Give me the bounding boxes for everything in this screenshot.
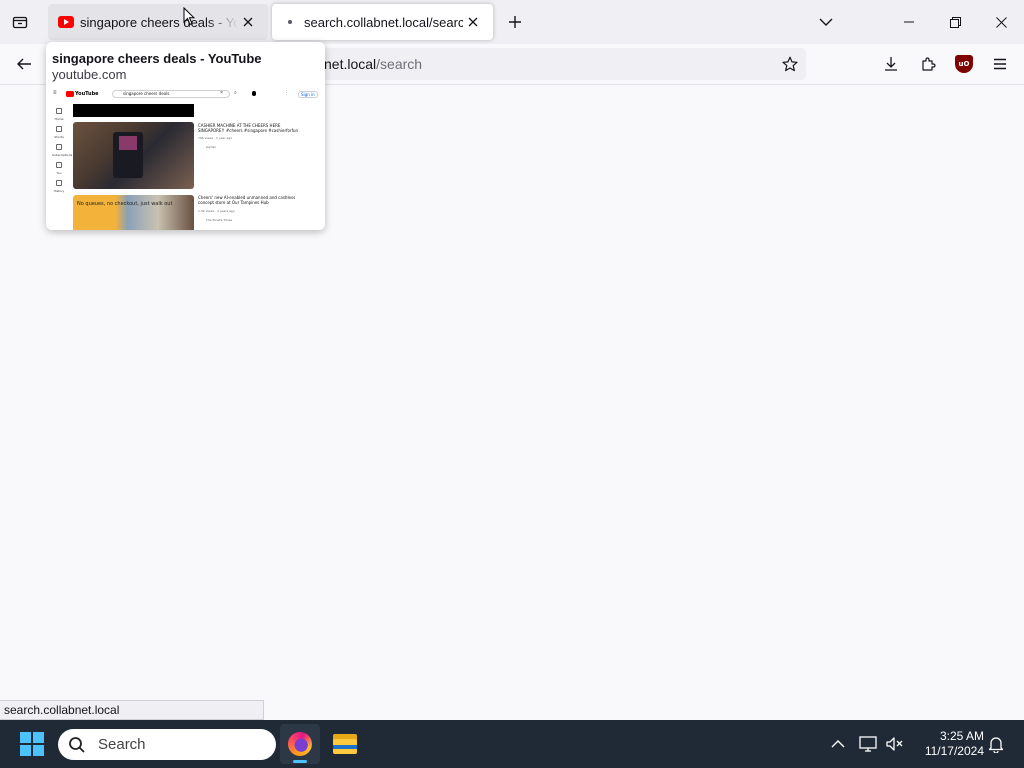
- shorts-icon: [56, 126, 62, 132]
- ublock-origin-icon[interactable]: uO: [948, 48, 980, 80]
- list-all-tabs-icon[interactable]: [810, 6, 842, 38]
- taskbar-firefox[interactable]: [280, 724, 320, 764]
- thumb-video-2-channel: The Straits Times: [206, 218, 233, 222]
- clock-date: 11/17/2024: [924, 744, 984, 758]
- hamburger-icon: ≡: [53, 90, 57, 96]
- thumb-video-1-channel: Jayden: [206, 145, 217, 149]
- more-icon: ⋮: [284, 90, 289, 96]
- download-icon[interactable]: [875, 48, 907, 80]
- subscriptions-icon: [56, 144, 62, 150]
- restore-icon[interactable]: [932, 0, 978, 44]
- url-text: net.local/search: [324, 56, 423, 72]
- history-icon: [56, 180, 62, 186]
- clear-icon: ×: [220, 90, 223, 96]
- tab-title: singapore cheers deals - YouTube: [80, 14, 238, 30]
- close-tab-icon[interactable]: [238, 12, 258, 32]
- back-arrow-icon[interactable]: [8, 48, 40, 80]
- firefox-icon: [288, 732, 312, 756]
- thumb-video-1: [73, 122, 194, 189]
- preview-thumbnail: ≡ YouTube singapore cheers deals × ⌕ ⋮ S…: [46, 88, 325, 230]
- thumb-video-2-title: Cheers' new AI-enabled unmanned and cash…: [198, 195, 296, 205]
- new-tab-icon[interactable]: [499, 6, 531, 38]
- mouse-cursor-icon: [183, 7, 195, 26]
- youtube-logo: YouTube: [66, 91, 99, 97]
- home-icon: [56, 108, 62, 114]
- thumb-sidebar: Home Shorts Subscriptions You History: [52, 108, 72, 198]
- tab-overview-icon[interactable]: [4, 6, 36, 38]
- thumb-header: ≡ YouTube singapore cheers deals × ⌕ ⋮ S…: [46, 88, 325, 100]
- windows-taskbar: Search 3:25 AM 11/17/2024: [0, 720, 1024, 768]
- dot-icon: [282, 14, 298, 30]
- close-window-icon[interactable]: [978, 0, 1024, 44]
- menu-icon[interactable]: [984, 48, 1016, 80]
- taskbar-search[interactable]: Search: [58, 729, 276, 760]
- thumb-video-1-meta: 796 views · 1 year ago: [198, 136, 233, 140]
- search-icon: [69, 736, 85, 753]
- close-tab-icon[interactable]: [463, 12, 483, 32]
- tab-youtube[interactable]: singapore cheers deals - YouTube: [48, 4, 268, 40]
- extensions-icon[interactable]: [912, 48, 944, 80]
- taskbar-file-explorer[interactable]: [325, 724, 365, 764]
- star-icon[interactable]: [774, 48, 806, 80]
- start-button[interactable]: [20, 732, 44, 756]
- tab-search[interactable]: search.collabnet.local/search: [272, 4, 493, 40]
- thumb-signin: Sign in: [298, 91, 318, 98]
- tab-strip: singapore cheers deals - YouTube search.…: [0, 0, 1024, 44]
- preview-url: youtube.com: [52, 67, 127, 82]
- system-clock[interactable]: 3:25 AM 11/17/2024: [912, 729, 984, 759]
- speaker-muted-icon[interactable]: [883, 732, 907, 756]
- tab-title: search.collabnet.local/search: [304, 14, 463, 30]
- minimize-icon[interactable]: [886, 0, 932, 44]
- tab-hover-preview: singapore cheers deals - YouTube youtube…: [46, 42, 325, 230]
- network-icon[interactable]: [857, 732, 881, 756]
- taskbar-search-placeholder: Search: [98, 736, 146, 753]
- clock-time: 3:25 AM: [939, 729, 984, 743]
- youtube-icon: [58, 16, 74, 28]
- notification-bell-icon[interactable]: [984, 732, 1008, 756]
- thumb-video-bar: [73, 104, 194, 117]
- thumb-video-1-title: CASHIER MACHINE AT THE CHEERS HERE SINGA…: [198, 123, 299, 133]
- thumb-search-box: singapore cheers deals: [112, 90, 230, 98]
- thumb-video-2: No queues, no checkout, just walk out: [73, 195, 194, 230]
- chevron-up-icon[interactable]: [826, 732, 850, 756]
- search-icon: ⌕: [234, 90, 237, 96]
- folder-icon: [333, 734, 357, 754]
- thumb-video-2-meta: 1.3K views · 3 years ago: [198, 209, 235, 213]
- mic-icon: [252, 91, 256, 96]
- preview-title: singapore cheers deals - YouTube: [52, 51, 262, 66]
- you-icon: [56, 162, 62, 168]
- link-status-bar: search.collabnet.local: [0, 700, 264, 720]
